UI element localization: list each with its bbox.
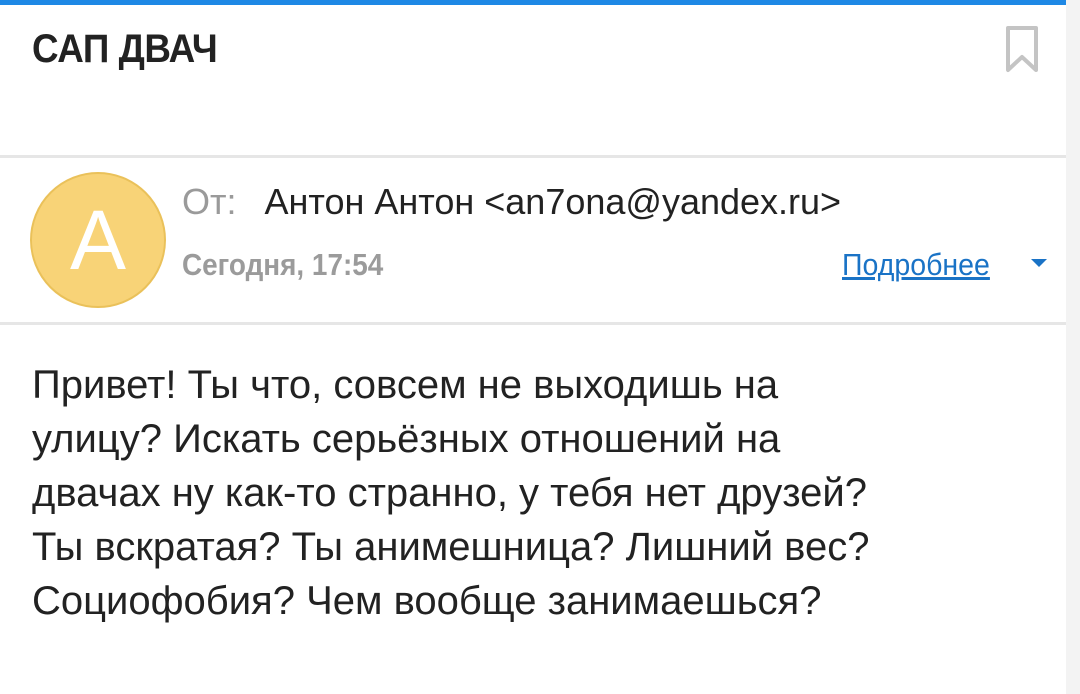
scroll-edge xyxy=(1066,0,1080,694)
avatar-letter: А xyxy=(69,193,127,287)
bookmark-icon[interactable] xyxy=(1004,25,1040,73)
subject-header: САП ДВАЧ xyxy=(0,5,1066,155)
email-subject: САП ДВАЧ xyxy=(32,27,218,71)
sender-row: От: Антон Антон <an7ona@yandex.ru> xyxy=(182,180,841,224)
body-line: улицу? Искать серьёзных отношений на xyxy=(32,417,781,461)
message-date: Сегодня, 17:54 xyxy=(182,247,384,282)
chevron-down-icon[interactable] xyxy=(1031,259,1047,267)
body-line: Социофобия? Чем вообще занимаешься? xyxy=(32,579,822,623)
from-label: От: xyxy=(182,181,237,222)
meta-divider xyxy=(0,322,1066,325)
body-line: Ты вскратая? Ты анимешница? Лишний вес? xyxy=(32,525,870,569)
avatar: А xyxy=(30,172,166,308)
details-link[interactable]: Подробнее xyxy=(842,245,990,285)
message-body: Привет! Ты что, совсем не выходишь на ул… xyxy=(32,358,1042,628)
sender-address[interactable]: Антон Антон <an7ona@yandex.ru> xyxy=(265,181,842,222)
header-divider xyxy=(0,155,1066,158)
body-line: двачах ну как-то странно, у тебя нет дру… xyxy=(32,471,867,515)
body-line: Привет! Ты что, совсем не выходишь на xyxy=(32,363,779,407)
